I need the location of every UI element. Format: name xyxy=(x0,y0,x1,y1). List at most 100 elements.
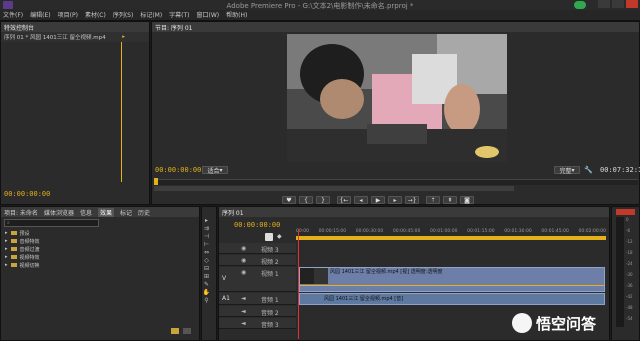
effects-folder-item[interactable]: ▸ 视频切换 xyxy=(5,261,199,269)
effect-controls-timecode-value[interactable]: 00:00:00:00 xyxy=(4,190,50,198)
search-icon: ⌕ xyxy=(7,220,10,226)
set-marker-icon[interactable]: ◆ xyxy=(277,233,282,240)
opacity-line[interactable] xyxy=(300,285,604,286)
delete-icon[interactable] xyxy=(183,328,191,334)
tab-project-panel[interactable]: 项目: 未命名 xyxy=(4,208,38,217)
menu-item[interactable]: 窗口(W) xyxy=(197,10,220,21)
fit-dropdown[interactable]: 适合 ▾ xyxy=(202,166,228,175)
target-video-label[interactable]: V xyxy=(222,275,226,282)
new-bin-icon[interactable] xyxy=(171,328,179,334)
expand-triangle-icon[interactable]: ▸ xyxy=(5,238,8,244)
speaker-icon[interactable]: ◄ xyxy=(241,320,246,327)
go-to-out-button[interactable]: →} xyxy=(405,196,419,204)
work-area-bar[interactable] xyxy=(296,236,606,240)
quality-dropdown[interactable]: 完整 ▾ xyxy=(554,166,580,175)
settings-wrench-icon[interactable]: 🔧 xyxy=(584,166,593,174)
effects-folder-item[interactable]: ▸ 音频过渡 xyxy=(5,245,199,253)
menu-item[interactable]: 帮助(H) xyxy=(226,10,247,21)
maximize-icon[interactable] xyxy=(612,0,624,8)
window-controls xyxy=(598,0,638,10)
pen-tool-icon[interactable]: ✎ xyxy=(202,281,211,289)
zoom-tool-icon[interactable]: ⚲ xyxy=(202,297,211,305)
track-select-tool-icon[interactable]: ⇉ xyxy=(202,225,211,233)
program-playhead[interactable] xyxy=(154,178,158,185)
extract-button[interactable]: ⇞ xyxy=(443,196,457,204)
program-zoom-bar[interactable] xyxy=(154,186,514,191)
tab-project-panel[interactable]: 信息 xyxy=(80,208,92,217)
effects-panel-tabs: 项目: 未命名 媒体浏览器 信息 效果 标记 历史 xyxy=(1,207,199,217)
export-frame-button[interactable]: ◙ xyxy=(460,196,474,204)
slide-tool-icon[interactable]: ⊞ xyxy=(202,273,211,281)
add-marker-button[interactable]: ♥ xyxy=(282,196,296,204)
program-current-time[interactable]: 00:00:00:00 xyxy=(155,166,201,174)
eye-icon[interactable]: ◉ xyxy=(241,269,246,276)
track-label: 音频 2 xyxy=(261,310,279,317)
video-frame-image xyxy=(287,34,507,162)
tab-project-panel[interactable]: 历史 xyxy=(138,208,150,217)
mark-in-button[interactable]: { xyxy=(299,196,313,204)
audio-clip[interactable]: 风园 1401三江 留仝视频.mp4 [音] xyxy=(299,293,605,305)
tab-program[interactable]: 节目: 序列 01 xyxy=(155,23,192,32)
tools-panel: ▸ ⇉ ⊣ ⊢ ⇔ ◇ ⊟ ⊞ ✎ ✋ ⚲ xyxy=(201,206,217,341)
tab-project-panel[interactable]: 效果 xyxy=(97,207,114,217)
tab-project-panel[interactable]: 标记 xyxy=(120,208,132,217)
tab-effect-controls[interactable]: 特效控制台 xyxy=(4,23,34,32)
ruler-tick-label: 00:01:45:00 xyxy=(541,229,569,234)
timeline-current-time[interactable]: 00:00:00:00 xyxy=(234,221,280,229)
expand-triangle-icon[interactable]: ▸ xyxy=(5,246,8,252)
effect-controls-timecode: 00:00:00:00 xyxy=(4,190,50,198)
eye-icon[interactable]: ◉ xyxy=(241,245,246,252)
play-button[interactable]: ▶ xyxy=(371,196,385,204)
menu-item[interactable]: 文件(F) xyxy=(3,10,23,21)
track-header-video-1: V ◉ 视频 1 xyxy=(219,267,296,292)
mark-out-button[interactable]: } xyxy=(316,196,330,204)
speaker-icon[interactable]: ◄ xyxy=(241,308,246,315)
program-time-ruler[interactable] xyxy=(154,178,638,185)
effects-folder-item[interactable]: ▸ 音频特效 xyxy=(5,237,199,245)
ripple-edit-tool-icon[interactable]: ⊣ xyxy=(202,233,211,241)
effects-folder-label: 视频特效 xyxy=(19,254,40,261)
slip-tool-icon[interactable]: ⊟ xyxy=(202,265,211,273)
snap-icon[interactable] xyxy=(265,233,273,241)
menu-item[interactable]: 项目(P) xyxy=(58,10,78,21)
effects-folder-item[interactable]: ▸ 预设 xyxy=(5,229,199,237)
eye-icon[interactable]: ◉ xyxy=(241,257,246,264)
step-forward-button[interactable]: ▸ xyxy=(388,196,402,204)
tab-project-panel[interactable]: 媒体浏览器 xyxy=(44,208,74,217)
effects-search-input[interactable]: ⌕ xyxy=(4,219,99,227)
chevron-down-icon: ▾ xyxy=(219,166,223,174)
expand-triangle-icon[interactable]: ▸ xyxy=(5,254,8,260)
target-audio-label[interactable]: A1 xyxy=(222,295,230,302)
speaker-icon[interactable]: ◄ xyxy=(241,295,246,302)
play-only-icon[interactable]: ▸ xyxy=(122,34,125,40)
menu-item[interactable]: 序列(S) xyxy=(113,10,134,21)
hand-tool-icon[interactable]: ✋ xyxy=(202,289,211,297)
razor-tool-icon[interactable]: ◇ xyxy=(202,257,211,265)
tab-sequence[interactable]: 序列 01 xyxy=(222,208,244,217)
menu-item[interactable]: 编辑(E) xyxy=(30,10,50,21)
rolling-edit-tool-icon[interactable]: ⊢ xyxy=(202,241,211,249)
folder-icon xyxy=(10,255,17,259)
effect-controls-clip-label: 序列 01 * 风园 1401三江 留仝视频.mp4 xyxy=(4,35,106,41)
rate-stretch-tool-icon[interactable]: ⇔ xyxy=(202,249,211,257)
timeline-ruler[interactable]: 00:00 00:00:15:00 00:00:30:00 00:00:45:00 00… xyxy=(296,229,606,241)
effects-folder-item[interactable]: ▸ 视频特效 xyxy=(5,253,199,261)
step-back-button[interactable]: ◂ xyxy=(354,196,368,204)
selection-tool-icon[interactable]: ▸ xyxy=(202,217,211,225)
watermark-text: 悟空问答 xyxy=(536,314,597,333)
program-timecode-right: 00:07:32:17 xyxy=(600,166,640,174)
minimize-icon[interactable] xyxy=(598,0,610,8)
audio-clip-label: 风园 1401三江 留仝视频.mp4 [音] xyxy=(324,296,404,302)
meter-scale-label: -42 xyxy=(626,294,633,299)
expand-triangle-icon[interactable]: ▸ xyxy=(5,262,8,268)
video-clip[interactable]: 风园 1401三江 留仝视频.mp4 [视] 透明度:透明度 xyxy=(299,267,605,292)
menu-item[interactable]: 标记(M) xyxy=(140,10,162,21)
expand-triangle-icon[interactable]: ▸ xyxy=(5,230,8,236)
close-icon[interactable] xyxy=(626,0,638,8)
lift-button[interactable]: ⇡ xyxy=(426,196,440,204)
menu-item[interactable]: 素材(C) xyxy=(85,10,106,21)
menu-item[interactable]: 字幕(T) xyxy=(169,10,189,21)
video-clip-label: 风园 1401三江 留仝视频.mp4 [视] 透明度:透明度 xyxy=(330,269,443,275)
go-to-in-button[interactable]: {← xyxy=(337,196,351,204)
meter-scale-label: -36 xyxy=(626,283,633,288)
